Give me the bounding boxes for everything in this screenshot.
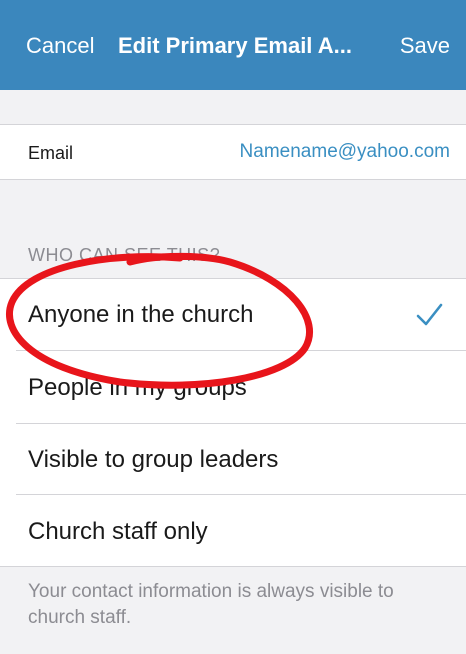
option-anyone-in-church[interactable]: Anyone in the church — [28, 301, 253, 329]
checkmark-icon — [416, 303, 443, 326]
cancel-button[interactable]: Cancel — [26, 34, 94, 58]
navigation-bar: Cancel Edit Primary Email A... Save — [0, 0, 466, 90]
divider — [0, 179, 466, 180]
visibility-section-header: WHO CAN SEE THIS? — [28, 245, 221, 265]
option-visible-to-group-leaders[interactable]: Visible to group leaders — [28, 446, 278, 474]
save-button[interactable]: Save — [400, 34, 450, 58]
divider — [0, 566, 466, 567]
email-label: Email — [28, 143, 74, 163]
divider — [16, 350, 466, 351]
divider — [16, 494, 466, 495]
divider — [16, 423, 466, 424]
page-title: Edit Primary Email A... — [118, 33, 352, 58]
option-people-in-my-groups[interactable]: People in my groups — [28, 374, 247, 402]
option-church-staff-only[interactable]: Church staff only — [28, 518, 208, 546]
visibility-footer-note: Your contact information is always visib… — [28, 581, 394, 628]
email-value[interactable]: Namename@yahoo.com — [240, 141, 450, 163]
